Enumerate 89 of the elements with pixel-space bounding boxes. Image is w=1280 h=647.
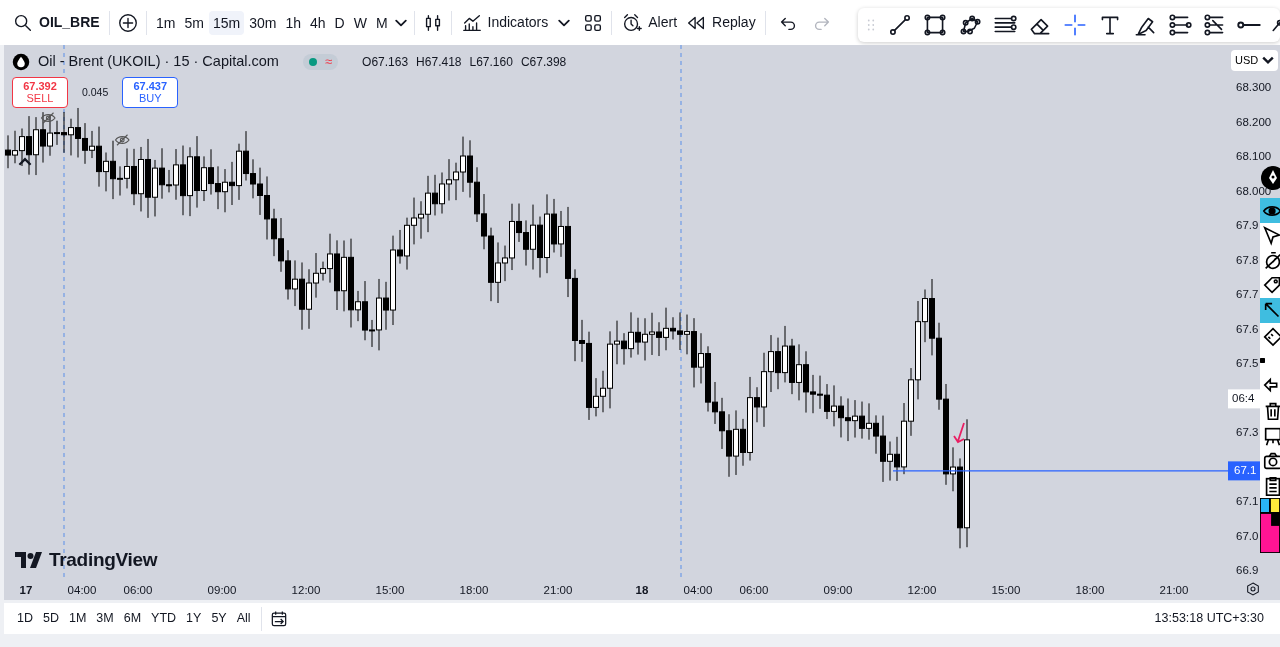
price-label: 68.300 xyxy=(1236,80,1272,96)
replay-button[interactable]: Replay xyxy=(681,7,760,38)
interval-tab[interactable]: 30m xyxy=(245,10,281,35)
ohlc-value: 67.398 xyxy=(529,53,567,71)
time-label: 15:00 xyxy=(375,583,405,598)
price-label: 68.100 xyxy=(1236,149,1272,165)
rectangle-tool-icon xyxy=(922,12,948,38)
price-label: 67.0 xyxy=(1236,528,1259,544)
price-label: 67.9 xyxy=(1236,218,1259,234)
range-button[interactable]: 5Y xyxy=(206,607,232,630)
ohlc-label: H xyxy=(416,53,425,71)
sell-button[interactable]: 67.392 SELL xyxy=(12,76,68,109)
logo-text: TradingView xyxy=(49,548,158,572)
price-label: 67.6 xyxy=(1236,321,1259,337)
time-label: 12:00 xyxy=(291,583,321,598)
range-button[interactable]: 1D xyxy=(12,607,38,630)
interval-tab[interactable]: 1h xyxy=(281,10,305,35)
ohlc-value: 67.418 xyxy=(424,53,462,71)
chart-title: Oil - Brent (UKOIL) · 15 · Capital.com xyxy=(38,52,279,71)
day-label: 18 xyxy=(635,583,649,598)
chevron-down-icon xyxy=(558,18,571,27)
horizontal-line-icon xyxy=(1237,21,1261,29)
chevron-down-icon xyxy=(1262,54,1275,67)
time-label: 18:00 xyxy=(459,583,489,598)
range-button[interactable]: 3M xyxy=(91,607,119,630)
ohlc-value: 67.160 xyxy=(476,53,513,71)
time-label: 06:00 xyxy=(739,583,769,598)
price-label: 67.8 xyxy=(1236,252,1259,268)
price-label: 67.7 xyxy=(1236,287,1259,303)
cursor-icon xyxy=(1260,224,1280,247)
time-label: 04:00 xyxy=(67,583,97,598)
interval-tab[interactable]: M xyxy=(371,10,392,35)
time-label: 09:00 xyxy=(207,583,237,598)
time-label: 04:00 xyxy=(683,583,713,598)
settings-icon xyxy=(1245,581,1261,597)
spread-value: 0.045 xyxy=(82,84,109,100)
interval-tab[interactable]: 1m xyxy=(152,10,180,35)
time-label: 12:00 xyxy=(907,583,937,598)
side-tool[interactable] xyxy=(1260,223,1280,248)
status-dot xyxy=(308,57,317,66)
color-palette-icon[interactable] xyxy=(1260,498,1280,553)
drop-icon xyxy=(12,52,30,71)
price-label: 68.200 xyxy=(1236,114,1272,130)
clock-text: 13:53:18 UTC+3:30 xyxy=(1154,610,1264,628)
price-label: 67.3 xyxy=(1236,425,1259,441)
time-label: 21:00 xyxy=(1159,583,1189,598)
currency-dropdown[interactable]: USD xyxy=(1231,50,1279,71)
time-label: 15:00 xyxy=(991,583,1021,598)
alarm-clock-icon xyxy=(621,11,644,34)
buy-button[interactable]: 67.437 BUY xyxy=(122,76,179,109)
side-tool[interactable] xyxy=(1260,298,1280,323)
time-label: 18:00 xyxy=(1075,583,1105,598)
price-label: 67.1 xyxy=(1236,494,1259,510)
range-button[interactable]: 6M xyxy=(118,607,147,630)
logo-icon xyxy=(15,552,45,569)
day-label: 17 xyxy=(19,583,33,598)
time-label: 06:00 xyxy=(123,583,153,598)
side-tool[interactable] xyxy=(1260,198,1280,223)
line-tool-icon xyxy=(887,12,913,38)
levels-tool-icon xyxy=(1167,12,1193,38)
ohlc-label: C xyxy=(520,53,530,71)
range-button[interactable]: 1M xyxy=(63,607,92,630)
time-label: 09:00 xyxy=(823,583,853,598)
ohlc-label: L xyxy=(469,53,477,71)
time-label: 21:00 xyxy=(543,583,573,598)
interval-tab[interactable]: 15m xyxy=(208,10,245,35)
interval-tab[interactable]: D xyxy=(330,10,349,35)
interval-tab[interactable]: W xyxy=(349,10,371,35)
symbol-name: OIL_BRE xyxy=(39,13,100,32)
price-label: 67.5 xyxy=(1236,356,1259,372)
symbol-search[interactable]: OIL_BRE xyxy=(8,7,104,38)
interval-tab[interactable]: 4h xyxy=(305,10,330,35)
ohlc-label: O xyxy=(362,53,372,71)
price-label: 66.9 xyxy=(1236,563,1259,579)
alert-button[interactable]: Alert xyxy=(617,7,682,38)
range-button[interactable]: 5D xyxy=(38,607,64,630)
status-symbol: ≈ xyxy=(324,53,333,72)
drawing-tool[interactable] xyxy=(1235,19,1263,31)
range-button[interactable]: 1Y xyxy=(181,607,207,630)
arrow-mark xyxy=(953,422,965,444)
indicators-button[interactable]: Indicators xyxy=(456,7,553,38)
crosshair-icon xyxy=(1062,12,1088,38)
chevron-down-icon xyxy=(394,18,407,27)
ohlc-value: 67.163 xyxy=(371,53,409,71)
add-icon xyxy=(117,11,139,34)
range-button[interactable]: All xyxy=(231,607,256,630)
interval-tab[interactable]: 5m xyxy=(180,10,208,35)
price-label: 68.000 xyxy=(1236,183,1272,199)
range-button[interactable]: YTD xyxy=(146,607,182,630)
